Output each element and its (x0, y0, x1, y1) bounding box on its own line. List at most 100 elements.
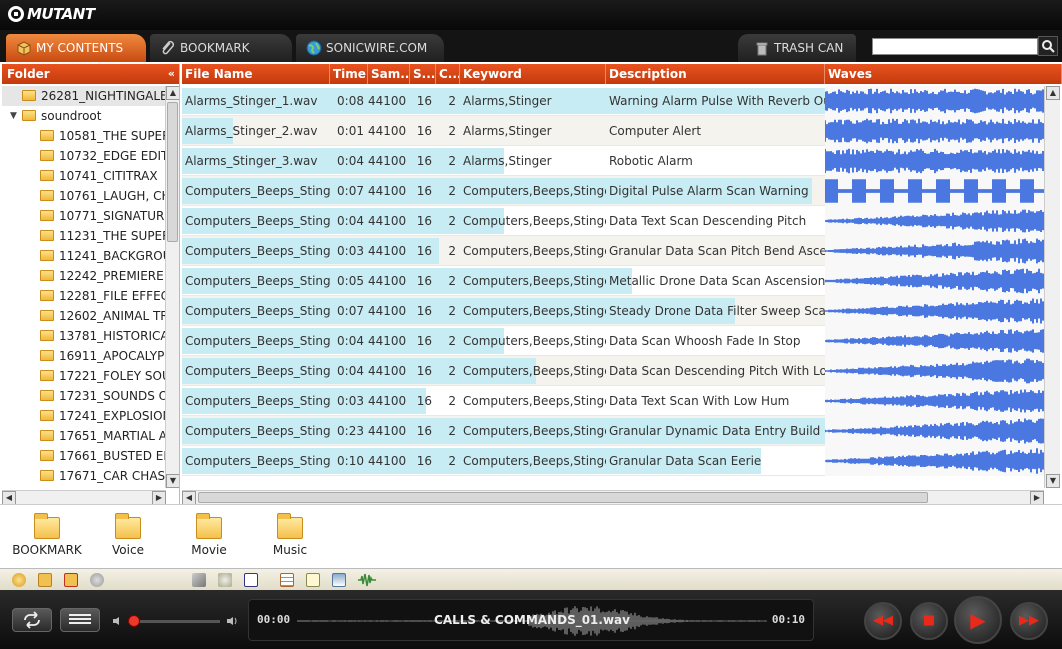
new-file-icon[interactable] (244, 573, 258, 587)
expand-arrow-icon[interactable]: ▼ (10, 106, 17, 126)
waveform-thumbnail[interactable] (825, 146, 1044, 176)
scroll-left-icon[interactable]: ◀ (182, 491, 196, 505)
scroll-thumb[interactable] (198, 492, 928, 503)
scroll-right-icon[interactable]: ▶ (1030, 491, 1044, 505)
tree-folder-item[interactable]: 13781_HISTORICAL S (2, 326, 166, 346)
quick-folder-music[interactable]: Music (255, 513, 325, 557)
table-row[interactable]: Computers_Beeps_Stinger... 0:04 44100 16 2 Co… (182, 356, 1044, 386)
waveform-thumbnail[interactable] (825, 206, 1044, 236)
waveform-thumbnail[interactable] (825, 386, 1044, 416)
list-view-icon[interactable] (332, 573, 346, 587)
rewind-button[interactable]: ◀◀ (864, 602, 902, 640)
waveform-thumbnail[interactable] (825, 446, 1044, 476)
scroll-left-icon[interactable]: ◀ (2, 491, 16, 504)
col-file-name[interactable]: File Name (182, 64, 330, 84)
fast-forward-button[interactable]: ▶▶ (1010, 602, 1048, 640)
tree-vertical-scrollbar[interactable]: ▲ ▼ (165, 86, 179, 488)
quick-folder-movie[interactable]: Movie (174, 513, 244, 557)
volume-slider-track[interactable] (128, 620, 220, 623)
scroll-down-icon[interactable]: ▼ (166, 474, 179, 488)
new-folder-icon[interactable] (38, 573, 52, 587)
tree-folder-item[interactable]: 11231_THE SUPER S (2, 226, 166, 246)
tab-sonicwire[interactable]: SONICWIRE.COM (296, 34, 444, 62)
tree-folder-item[interactable]: 17241_EXPLOSIONS (2, 406, 166, 426)
tree-folder-item[interactable]: 10771_SIGNATURE S (2, 206, 166, 226)
tree-folder-item[interactable]: 17671_CAR CHASE S (2, 466, 166, 486)
stop-button[interactable]: ■ (910, 602, 948, 640)
col-channels[interactable]: C... (436, 64, 460, 84)
tree-folder-item[interactable]: 12242_PREMIERE ED (2, 266, 166, 286)
table-row[interactable]: Computers_Beeps_Stinger... 0:03 44100 16 2 Co… (182, 386, 1044, 416)
tab-bookmark[interactable]: BOOKMARK (150, 34, 292, 62)
waveform-thumbnail[interactable] (825, 236, 1044, 266)
play-button[interactable]: ▶ (954, 596, 1002, 644)
cell-description: Steady Drone Data Filter Sweep Scan (609, 304, 825, 318)
tree-folder-item[interactable]: 12602_ANIMAL TRAX (2, 306, 166, 326)
waveform-thumbnail[interactable] (825, 266, 1044, 296)
waveform-thumbnail[interactable] (825, 296, 1044, 326)
volume-slider-knob[interactable] (128, 615, 140, 627)
tree-folder-item[interactable]: 10741_CITITRAX (2, 166, 166, 186)
col-keyword[interactable]: Keyword (460, 64, 606, 84)
tree-folder-item[interactable]: 10761_LAUGH, CHEE (2, 186, 166, 206)
scroll-right-icon[interactable]: ▶ (152, 491, 166, 504)
table-view-icon[interactable] (280, 573, 294, 587)
scroll-up-icon[interactable]: ▲ (1046, 86, 1060, 100)
table-row[interactable]: Computers_Beeps_Stinger... 0:23 44100 16 2 Co… (182, 416, 1044, 446)
tree-folder-item[interactable]: 11241_BACKGROUN (2, 246, 166, 266)
quick-folder-bookmark[interactable]: BOOKMARK (12, 513, 82, 557)
tree-folder-item[interactable]: 17661_BUSTED EFF (2, 446, 166, 466)
scroll-up-icon[interactable]: ▲ (166, 86, 179, 100)
table-row[interactable]: Computers_Beeps_Stinger... 0:10 44100 16 2 Co… (182, 446, 1044, 476)
col-sample-rate[interactable]: Sam... (368, 64, 410, 84)
waveform-thumbnail[interactable] (825, 416, 1044, 446)
col-time[interactable]: Time (330, 64, 368, 84)
tree-folder-item[interactable]: 17651_MARTIAL ART (2, 426, 166, 446)
gear-icon[interactable] (90, 573, 104, 587)
table-horizontal-scrollbar[interactable]: ◀ ▶ (182, 490, 1044, 505)
tree-folder-item[interactable]: 12281_FILE EFFECTS (2, 286, 166, 306)
waveform-thumbnail[interactable] (825, 176, 1044, 206)
col-description[interactable]: Description (606, 64, 825, 84)
add-content-icon[interactable] (12, 573, 26, 587)
tree-folder-item[interactable]: 17231_SOUNDS OF T (2, 386, 166, 406)
waveform-thumbnail[interactable] (825, 356, 1044, 386)
paperclip-icon[interactable] (192, 573, 206, 587)
table-row[interactable]: Computers_Beeps_Stinger... 0:04 44100 16 2 Co… (182, 206, 1044, 236)
waveform-thumbnail[interactable] (825, 86, 1044, 116)
table-row[interactable]: Computers_Beeps_Stinger... 0:05 44100 16 2 Co… (182, 266, 1044, 296)
search-button[interactable] (1038, 36, 1058, 56)
table-row[interactable]: Computers_Beeps_Stinger... 0:04 44100 16 2 Co… (182, 326, 1044, 356)
table-row[interactable]: Computers_Beeps_Stinger... 0:07 44100 16 2 Co… (182, 296, 1044, 326)
tree-folder-item[interactable]: 10732_EDGE EDITIO (2, 146, 166, 166)
table-row[interactable]: Alarms_Stinger_3.wav 0:04 44100 16 2 Alarms,S… (182, 146, 1044, 176)
edit-icon[interactable] (306, 573, 320, 587)
table-row[interactable]: Alarms_Stinger_1.wav 0:08 44100 16 2 Alarms,S… (182, 86, 1044, 116)
tree-folder-item[interactable]: 16911_APOCALYPSE (2, 346, 166, 366)
playlist-button[interactable] (60, 608, 100, 632)
tab-trash-can[interactable]: TRASH CAN (738, 34, 856, 62)
waveform-thumbnail[interactable] (825, 116, 1044, 146)
col-bits[interactable]: S... (410, 64, 436, 84)
table-row[interactable]: Computers_Beeps_Stinger... 0:07 44100 16 2 Co… (182, 176, 1044, 206)
repeat-button[interactable] (12, 608, 52, 632)
tree-folder-item[interactable]: 17221_FOLEY SOUN (2, 366, 166, 386)
scroll-down-icon[interactable]: ▼ (1046, 474, 1060, 488)
scroll-thumb[interactable] (167, 102, 178, 242)
tab-my-contents[interactable]: MY CONTENTS (6, 34, 146, 62)
waveform-thumbnail[interactable] (825, 326, 1044, 356)
tree-root-item[interactable]: ▼ soundroot (2, 106, 166, 126)
delete-folder-icon[interactable] (64, 573, 78, 587)
col-waves[interactable]: Waves (825, 64, 1062, 84)
collapse-button[interactable]: « (168, 64, 175, 84)
tree-folder-item[interactable]: 26281_NIGHTINGALE VO (2, 86, 166, 106)
waveform-icon[interactable] (358, 573, 376, 587)
tree-folder-item[interactable]: 10581_THE SUPER S (2, 126, 166, 146)
search-input[interactable] (872, 38, 1038, 55)
quick-folder-voice[interactable]: Voice (93, 513, 163, 557)
table-row[interactable]: Alarms_Stinger_2.wav 0:01 44100 16 2 Alarms,S… (182, 116, 1044, 146)
settings-icon[interactable] (218, 573, 232, 587)
tree-horizontal-scrollbar[interactable]: ◀ ▶ (2, 490, 166, 504)
table-vertical-scrollbar[interactable]: ▲ ▼ (1044, 86, 1060, 488)
table-row[interactable]: Computers_Beeps_Stinger... 0:03 44100 16 2 Co… (182, 236, 1044, 266)
